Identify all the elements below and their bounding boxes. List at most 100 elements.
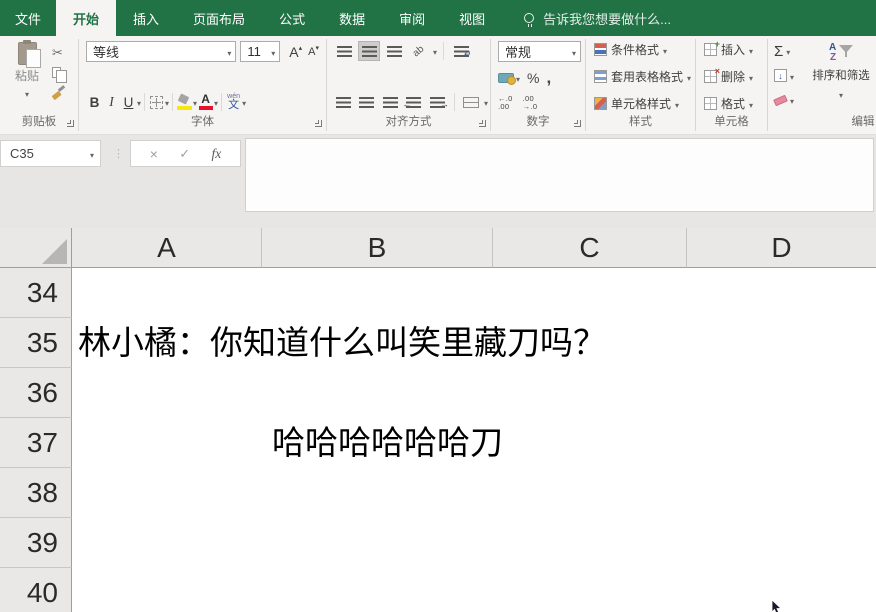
number-format-select[interactable]: 常规 xyxy=(498,41,581,62)
tab-insert[interactable]: 插入 xyxy=(116,0,176,36)
dropdown-icon xyxy=(675,97,679,111)
select-all-button[interactable] xyxy=(0,228,72,268)
decrease-indent-button[interactable]: ← xyxy=(404,92,425,112)
alignment-dialog-launcher-icon[interactable] xyxy=(479,120,486,127)
decrease-indent-icon: ← xyxy=(406,97,421,108)
column-header-c[interactable]: C xyxy=(493,228,687,268)
borders-button[interactable] xyxy=(148,92,165,112)
cell-B37[interactable]: 哈哈哈哈哈哈刀 xyxy=(272,418,503,468)
row-header-38[interactable]: 38 xyxy=(0,468,72,518)
cancel-button[interactable]: × xyxy=(150,146,158,162)
orientation-dropdown-icon[interactable] xyxy=(433,42,437,60)
paste-button[interactable]: 粘贴 xyxy=(8,42,46,114)
row-header-34[interactable]: 34 xyxy=(0,268,72,318)
formula-bar-grip-icon[interactable]: ⋮ xyxy=(113,140,124,167)
cut-button[interactable]: ✂ xyxy=(52,44,67,60)
align-right-button[interactable] xyxy=(380,92,401,112)
font-name-select[interactable]: 等线 xyxy=(86,41,236,62)
tell-me-label: 告诉我您想要做什么... xyxy=(543,9,671,28)
comma-style-button[interactable]: , xyxy=(546,74,551,82)
align-bottom-button[interactable] xyxy=(383,41,405,61)
fill-button[interactable]: ↓ xyxy=(774,68,810,84)
cell-styles-button[interactable]: 单元格样式 xyxy=(594,95,693,112)
format-cells-button[interactable]: 格式 xyxy=(704,95,765,112)
tab-home[interactable]: 开始 xyxy=(56,0,116,36)
tab-file[interactable]: 文件 xyxy=(0,0,56,36)
name-box-dropdown-icon[interactable] xyxy=(90,146,94,161)
tab-view[interactable]: 视图 xyxy=(442,0,502,36)
row-header-35[interactable]: 35 xyxy=(0,318,72,368)
cell-A35[interactable]: 林小橘：你知道什么叫笑里藏刀吗？ xyxy=(78,318,606,368)
editing-group-label: 编辑 xyxy=(768,114,876,134)
currency-icon xyxy=(498,73,514,83)
borders-icon xyxy=(150,96,163,109)
decrease-font-size-button[interactable]: A▾ xyxy=(305,45,322,59)
align-middle-button[interactable] xyxy=(358,41,380,61)
shrink-caret-icon: ▾ xyxy=(315,44,319,52)
insert-function-button[interactable]: fx xyxy=(212,146,222,162)
copy-button[interactable] xyxy=(52,64,67,80)
font-dialog-launcher-icon[interactable] xyxy=(315,120,322,127)
number-dialog-launcher-icon[interactable] xyxy=(574,120,581,127)
accounting-format-button[interactable] xyxy=(498,69,520,87)
cell-styles-icon xyxy=(594,97,607,110)
tell-me-box[interactable]: 告诉我您想要做什么... xyxy=(524,0,671,36)
align-center-icon xyxy=(359,97,374,108)
column-header-b[interactable]: B xyxy=(262,228,493,268)
name-box[interactable]: C35 xyxy=(0,140,101,167)
format-painter-icon xyxy=(52,86,65,99)
tab-data[interactable]: 数据 xyxy=(322,0,382,36)
font-group: 等线 11 A▴ A▾ B I U A xyxy=(79,36,326,134)
enter-button[interactable]: ✓ xyxy=(179,146,190,162)
orientation-button[interactable]: ab xyxy=(408,41,430,61)
increase-decimal-button[interactable]: ←.0 .00 xyxy=(498,95,513,112)
row-header-36[interactable]: 36 xyxy=(0,368,72,418)
paste-dropdown-icon[interactable] xyxy=(25,86,29,100)
font-color-dropdown-icon[interactable] xyxy=(214,93,218,111)
clipboard-dialog-launcher-icon[interactable] xyxy=(67,120,74,127)
conditional-formatting-button[interactable]: 条件格式 xyxy=(594,41,693,58)
clear-dropdown-icon xyxy=(790,91,794,109)
column-header-d[interactable]: D xyxy=(687,228,876,268)
wrap-text-button[interactable]: ↵ xyxy=(450,41,472,61)
increase-font-size-button[interactable]: A▴ xyxy=(286,45,305,59)
phonetic-dropdown-icon[interactable] xyxy=(242,93,246,111)
clear-button[interactable] xyxy=(774,92,810,108)
italic-button[interactable]: I xyxy=(103,92,120,112)
font-color-icon: A xyxy=(198,94,213,110)
autosum-button[interactable]: Σ xyxy=(774,43,810,59)
percent-style-button[interactable]: % xyxy=(527,70,539,86)
alignment-group: ab ↵ ← → 对齐方式 xyxy=(327,36,490,134)
row-header-40[interactable]: 40 xyxy=(0,568,72,612)
fill-color-button[interactable] xyxy=(176,92,193,112)
formula-input[interactable] xyxy=(245,138,874,212)
decrease-decimal-button[interactable]: .00 →.0 xyxy=(523,95,538,112)
font-color-button[interactable]: A xyxy=(197,92,214,112)
column-header-a[interactable]: A xyxy=(72,228,262,268)
insert-cells-icon: + xyxy=(704,43,717,56)
editing-group: Σ ↓ A Z 排序和筛选 编辑 xyxy=(768,36,876,134)
underline-dropdown-icon[interactable] xyxy=(137,93,141,111)
merge-center-button[interactable] xyxy=(461,92,482,112)
borders-dropdown-icon[interactable] xyxy=(165,93,169,111)
align-top-button[interactable] xyxy=(333,41,355,61)
increase-indent-button[interactable]: → xyxy=(427,92,448,112)
align-left-button[interactable] xyxy=(333,92,354,112)
font-size-select[interactable]: 11 xyxy=(240,41,280,62)
merge-dropdown-icon[interactable] xyxy=(484,93,488,111)
sort-filter-button[interactable]: A Z 排序和筛选 xyxy=(810,41,872,112)
align-center-button[interactable] xyxy=(357,92,378,112)
format-painter-button[interactable] xyxy=(52,84,67,100)
insert-cells-button[interactable]: + 插入 xyxy=(704,41,765,58)
row-header-39[interactable]: 39 xyxy=(0,518,72,568)
tab-review[interactable]: 审阅 xyxy=(382,0,442,36)
row-header-37[interactable]: 37 xyxy=(0,418,72,468)
underline-button[interactable]: U xyxy=(120,92,137,112)
bold-button[interactable]: B xyxy=(86,92,103,112)
format-as-table-button[interactable]: 套用表格格式 xyxy=(594,68,693,85)
tab-page-layout[interactable]: 页面布局 xyxy=(176,0,262,36)
tab-formulas[interactable]: 公式 xyxy=(262,0,322,36)
phonetic-guide-button[interactable]: wén 文 xyxy=(225,92,242,112)
dropdown-icon xyxy=(687,70,691,84)
delete-cells-button[interactable]: × 删除 xyxy=(704,68,765,85)
